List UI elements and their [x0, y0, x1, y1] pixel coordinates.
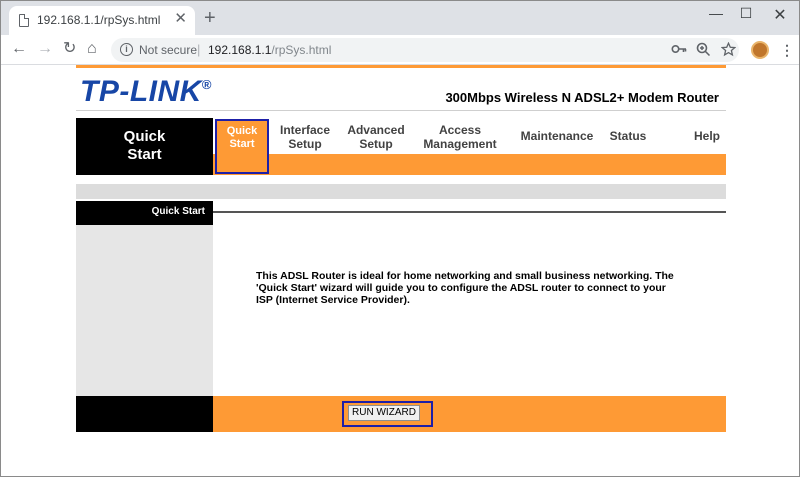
nav-item-line: Maintenance [520, 129, 594, 143]
nav-help[interactable]: Help [689, 129, 725, 143]
url-host: 192.168.1.1 [208, 43, 272, 57]
nav-advanced-setup[interactable]: Advanced Setup [343, 123, 409, 151]
security-label[interactable]: Not secure [139, 43, 197, 57]
nav-interface-setup[interactable]: Interface Setup [275, 123, 335, 151]
nav-maintenance[interactable]: Maintenance [515, 129, 599, 143]
forward-arrow-icon[interactable]: → [37, 40, 53, 58]
current-section-line-2: Start [127, 146, 162, 163]
key-icon[interactable] [671, 42, 687, 59]
nav-access-management[interactable]: Access Management [419, 123, 501, 151]
info-icon[interactable]: i [120, 43, 133, 56]
nav-bar-orange-strip [213, 154, 726, 175]
nav-item-line: Setup [359, 137, 393, 151]
run-wizard-button[interactable]: RUN WIZARD [348, 405, 420, 421]
quick-start-description: This ADSL Router is ideal for home netwo… [256, 270, 674, 306]
tab-title: 192.168.1.1/rpSys.html [37, 13, 161, 27]
footer-bar [213, 396, 726, 432]
tab-close-icon[interactable]: ✕ [174, 11, 187, 27]
profile-avatar[interactable] [751, 41, 769, 59]
minimize-icon[interactable]: — [701, 5, 731, 21]
nav-item-line: Quick [226, 125, 258, 137]
address-bar[interactable]: i Not secure | 192.168.1.1/rpSys.html [111, 38, 739, 62]
router-page: TP-LINK® 300Mbps Wireless N ADSL2+ Modem… [1, 65, 799, 476]
nav-item-line: Management [423, 137, 497, 151]
url-text[interactable]: 192.168.1.1/rpSys.html [208, 43, 331, 57]
brand-name: TP-LINK [80, 75, 202, 108]
home-icon[interactable]: ⌂ [87, 40, 97, 58]
url-separator: | [197, 42, 201, 57]
reload-icon[interactable]: ↻ [63, 40, 76, 58]
nav-item-line: Advanced [347, 123, 405, 137]
zoom-icon[interactable] [696, 42, 711, 60]
nav-item-line: Status [609, 129, 647, 143]
nav-item-line: Help [693, 129, 720, 143]
product-name: 300Mbps Wireless N ADSL2+ Modem Router [445, 90, 719, 105]
browser-tab[interactable]: 192.168.1.1/rpSys.html ✕ [9, 6, 195, 35]
tp-link-logo: TP-LINK® [80, 75, 212, 109]
star-icon[interactable] [720, 41, 737, 60]
nav-status[interactable]: Status [605, 129, 651, 143]
back-arrow-icon[interactable]: ← [11, 40, 27, 58]
nav-item-line: Start [229, 138, 255, 150]
document-icon [19, 14, 29, 27]
nav-quick-start[interactable]: Quick Start [215, 119, 269, 174]
header-divider [76, 110, 726, 111]
registered-mark: ® [201, 77, 212, 92]
browser-window: 192.168.1.1/rpSys.html ✕ + — ☐ ✕ ← → ↻ ⌂… [0, 0, 800, 477]
section-divider [213, 211, 726, 213]
new-tab-icon[interactable]: + [204, 8, 216, 28]
nav-item-line: Setup [288, 137, 322, 151]
url-path: /rpSys.html [271, 43, 332, 57]
gray-spacer-bar [76, 184, 726, 199]
main-nav: Quick Start Interface Setup Advanced Set… [213, 118, 726, 175]
maximize-icon[interactable]: ☐ [731, 5, 761, 22]
left-gray-column [76, 225, 213, 396]
browser-toolbar: ← → ↻ ⌂ i Not secure | 192.168.1.1/rpSys… [1, 35, 799, 65]
tab-strip: 192.168.1.1/rpSys.html ✕ + — ☐ ✕ [1, 1, 799, 35]
footer-left-block [76, 396, 213, 432]
menu-icon[interactable]: ⋮ [780, 41, 794, 59]
current-section-line-1: Quick [123, 128, 166, 145]
window-close-icon[interactable]: ✕ [765, 5, 795, 25]
nav-item-line: Access [438, 123, 482, 137]
section-label: Quick Start [151, 206, 205, 217]
nav-item-line: Interface [279, 123, 331, 137]
top-orange-rule [76, 65, 726, 68]
current-section-title: Quick Start [76, 118, 213, 175]
